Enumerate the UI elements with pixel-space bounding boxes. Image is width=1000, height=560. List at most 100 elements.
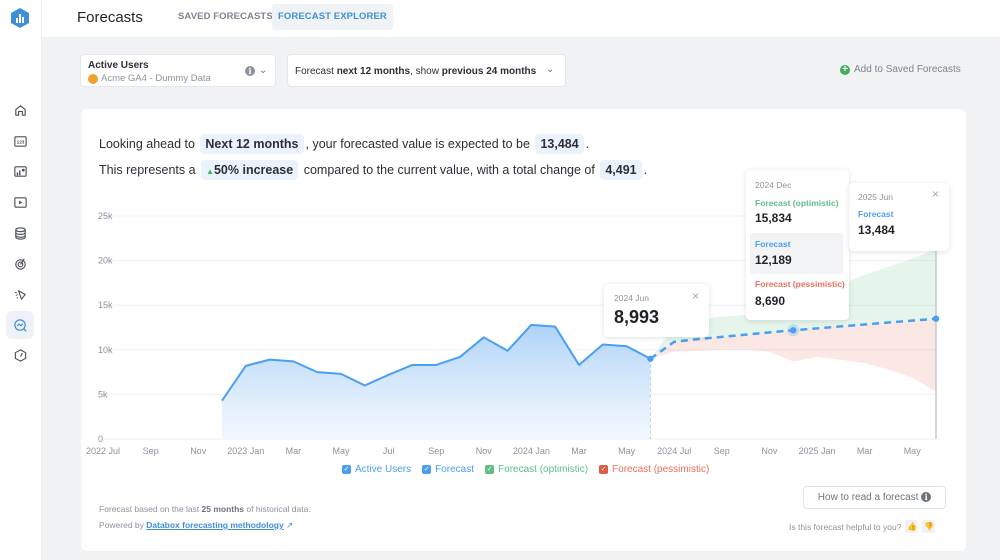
legend-label: Forecast (pessimistic) <box>612 464 710 475</box>
x-tick-label: Nov <box>190 446 207 456</box>
plus-circle-icon: + <box>840 64 850 75</box>
external-link-icon: ↗ <box>286 520 294 530</box>
svg-text:123: 123 <box>16 139 24 144</box>
how-to-read-label: How to read a forecast <box>817 492 919 503</box>
alerts-icon <box>14 289 26 300</box>
x-tick-label: 2024 Jan <box>513 446 550 456</box>
x-tick-label: Sep <box>714 446 730 456</box>
close-icon[interactable]: × <box>692 289 699 303</box>
x-tick-label: Nov <box>476 446 493 456</box>
y-tick-label: 15k <box>98 300 113 310</box>
x-tick-label: May <box>332 446 350 456</box>
tab-saved-forecasts[interactable]: SAVED FORECASTS <box>172 4 279 30</box>
x-tick-label: Mar <box>571 446 587 456</box>
dashboard-icon <box>13 165 27 177</box>
x-tick-label: 2022 Jul <box>86 446 120 456</box>
tab-forecast-explorer[interactable]: FORECAST EXPLORER <box>272 4 393 30</box>
sidebar-item-performance[interactable] <box>6 341 34 369</box>
forecast-range-label: Forecast next 12 months, show previous 2… <box>295 66 536 77</box>
legend-item-forecast[interactable]: ✓ Forecast <box>422 464 474 475</box>
tooltip-date: 2025 Jun <box>858 192 893 202</box>
y-tick-label: 25k <box>98 211 113 221</box>
tooltip-value: 8,993 <box>614 307 660 327</box>
y-tick-label: 20k <box>98 256 113 266</box>
methodology-link[interactable]: Databox forecasting methodology <box>146 520 283 530</box>
forecast-basis-note: Forecast based on the last 25 months of … <box>99 504 311 514</box>
tooltip-forecast-value: 13,484 <box>858 223 895 237</box>
chart-legend: ✓ Active Users ✓ Forecast ✓ Forecast (op… <box>342 464 709 475</box>
legend-item-pessimistic[interactable]: ✓ Forecast (pessimistic) <box>599 464 709 475</box>
legend-label: Forecast (optimistic) <box>498 464 589 475</box>
x-tick-label: 2023 Jan <box>227 446 264 456</box>
data-point <box>932 315 940 322</box>
sidebar-item-goals[interactable] <box>6 249 34 277</box>
checkbox-checked-icon: ✓ <box>342 465 351 474</box>
range-forecast: next 12 months <box>336 66 411 77</box>
x-tick-label: May <box>904 446 922 456</box>
chevron-down-icon: ⌄ <box>259 65 268 76</box>
x-tick-label: Mar <box>857 446 873 456</box>
tooltip-optimistic-label: Forecast (optimistic) <box>755 198 839 208</box>
data-point <box>647 355 654 362</box>
thumbs-up-icon[interactable]: 👍 <box>905 520 919 533</box>
legend-label: Active Users <box>355 464 412 475</box>
note-text: Forecast based on the last <box>99 504 202 514</box>
metric-source-label: Acme GA4 - Dummy Data <box>101 73 211 84</box>
how-to-read-button[interactable]: How to read a forecast i <box>803 486 946 509</box>
add-to-saved-label: Add to Saved Forecasts <box>854 64 961 75</box>
metric-select[interactable]: Active Users Acme GA4 - Dummy Data i ⌄ <box>80 54 276 87</box>
thumbs-down-icon[interactable]: 👎 <box>922 520 936 533</box>
sidebar-item-home[interactable] <box>6 96 34 124</box>
metric-source: Acme GA4 - Dummy Data <box>88 73 211 84</box>
performance-icon <box>14 348 26 362</box>
range-previous: previous 24 months <box>441 66 537 77</box>
powered-by-note: Powered by Databox forecasting methodolo… <box>99 520 293 531</box>
databox-logo-icon[interactable] <box>9 7 31 29</box>
checkbox-checked-icon: ✓ <box>599 465 609 474</box>
note-text: of historical data. <box>244 504 311 514</box>
sidebar-item-numbers[interactable]: 123 <box>6 127 34 155</box>
sidebar-item-alerts[interactable] <box>6 280 34 308</box>
info-icon: i <box>921 492 932 502</box>
goals-icon <box>14 258 26 270</box>
chevron-down-icon: ⌄ <box>546 64 555 75</box>
x-tick-label: Jul <box>383 446 395 456</box>
checkbox-checked-icon: ✓ <box>485 465 495 474</box>
forecast-range-select[interactable]: Forecast next 12 months, show previous 2… <box>287 54 566 87</box>
add-to-saved-forecasts-button[interactable]: + Add to Saved Forecasts <box>840 64 961 75</box>
note-months: 25 months <box>201 504 245 514</box>
x-tick-label: Nov <box>761 446 778 456</box>
legend-label: Forecast <box>435 464 475 475</box>
tooltip-forecast-value: 12,189 <box>755 253 792 267</box>
video-icon <box>13 196 27 208</box>
tooltip-optimistic-value: 15,834 <box>755 211 792 225</box>
sidebar-item-data[interactable] <box>6 219 34 247</box>
y-tick-label: 0 <box>98 434 103 444</box>
info-icon[interactable]: i <box>245 66 255 76</box>
tooltip-forecast-label: Forecast <box>858 209 894 219</box>
sidebar-item-dashboards[interactable] <box>6 157 34 185</box>
x-tick-label: 2025 Jan <box>798 446 835 456</box>
tooltip-current: 2024 Jun 8,993 × <box>604 284 709 337</box>
legend-item-optimistic[interactable]: ✓ Forecast (optimistic) <box>485 464 588 475</box>
tooltip-mid: 2024 Dec Forecast (optimistic) 15,834 Fo… <box>746 170 849 320</box>
tooltip-end: 2025 Jun Forecast 13,484 × <box>849 183 949 251</box>
metric-name: Active Users <box>88 60 149 71</box>
tooltip-forecast-highlight: Forecast 12,189 <box>750 233 843 274</box>
legend-item-active-users[interactable]: ✓ Active Users <box>342 464 411 475</box>
ga4-source-icon <box>88 73 98 84</box>
tooltip-pessimistic-value: 8,690 <box>755 294 786 308</box>
forecast-icon <box>13 318 27 332</box>
range-prefix: Forecast <box>295 66 337 77</box>
data-point <box>790 327 797 334</box>
tooltip-forecast-label: Forecast <box>755 239 791 249</box>
active-users-area <box>222 324 651 439</box>
numbers-icon: 123 <box>13 135 27 147</box>
sidebar-item-video[interactable] <box>6 188 34 216</box>
x-tick-label: Sep <box>143 446 159 456</box>
close-icon[interactable]: × <box>932 187 939 201</box>
helpful-question: Is this forecast helpful to you? <box>789 521 902 532</box>
range-mid: , show <box>410 66 442 77</box>
sidebar-item-forecasts[interactable] <box>6 311 34 339</box>
database-icon <box>14 226 26 240</box>
